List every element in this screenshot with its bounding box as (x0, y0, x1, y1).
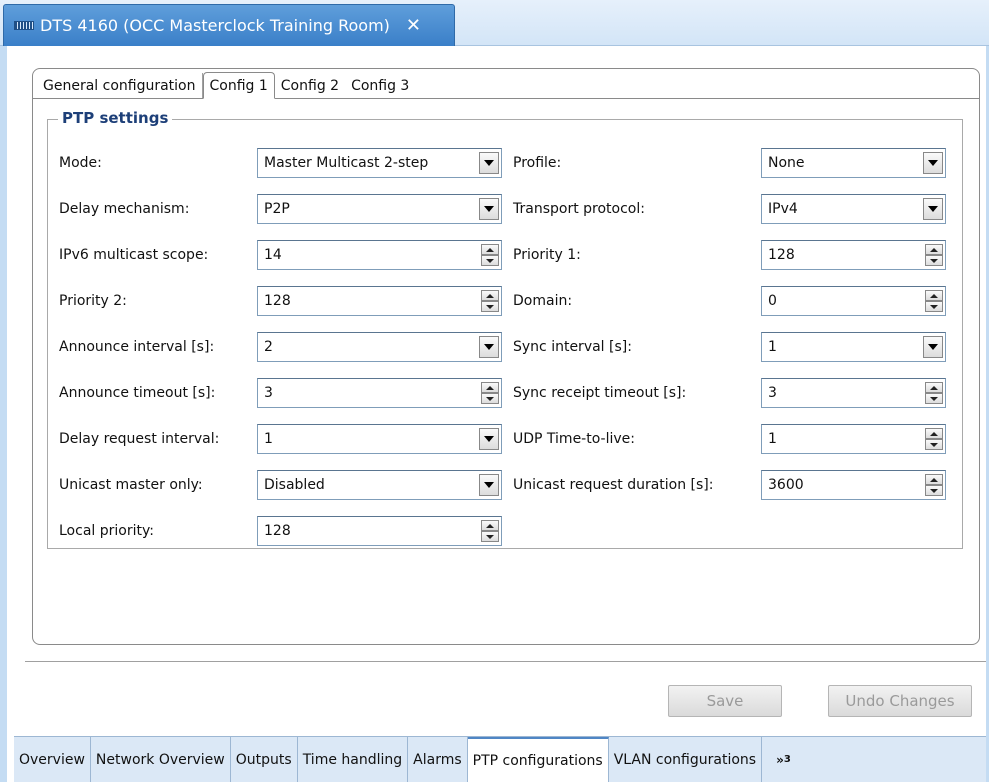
transport-protocol-dropdown[interactable]: IPv4 (761, 194, 946, 224)
save-button[interactable]: Save (668, 685, 782, 717)
config-tabs: General configuration Config 1 Config 2 … (33, 69, 979, 99)
tab-alarms[interactable]: Alarms (408, 737, 468, 782)
undo-changes-button[interactable]: Undo Changes (828, 685, 972, 717)
sync-receipt-timeout-label: Sync receipt timeout [s]: (513, 385, 687, 401)
spinner-icon[interactable] (481, 520, 499, 542)
chevron-down-icon[interactable] (479, 428, 499, 450)
chevron-down-icon[interactable] (479, 336, 499, 358)
chevron-down-icon[interactable] (923, 336, 943, 358)
sync-interval-label: Sync interval [s]: (513, 339, 632, 355)
tab-config-3[interactable]: Config 3 (345, 73, 415, 98)
overflow-tabs-button[interactable]: » 3 (762, 737, 796, 782)
overflow-count: 3 (783, 754, 791, 765)
announce-interval-label: Announce interval [s]: (59, 339, 215, 355)
chevron-double-right-icon: » (776, 752, 784, 767)
priority-2-spinner[interactable]: 128 (257, 286, 502, 316)
window-title: DTS 4160 (OCC Masterclock Training Room) (40, 16, 390, 35)
spinner-icon[interactable] (481, 244, 499, 266)
udp-time-to-live-label: UDP Time-to-live: (513, 431, 635, 447)
spinner-icon[interactable] (481, 290, 499, 312)
device-icon (14, 21, 34, 30)
local-priority-spinner[interactable]: 128 (257, 516, 502, 546)
bottom-tab-bar: Overview Network Overview Outputs Time h… (14, 736, 986, 782)
content-panel: General configuration Config 1 Config 2 … (7, 46, 986, 736)
chevron-down-icon[interactable] (479, 198, 499, 220)
separator (25, 661, 986, 662)
announce-timeout-label: Announce timeout [s]: (59, 385, 216, 401)
spinner-icon[interactable] (481, 382, 499, 404)
announce-interval-dropdown[interactable]: 2 (257, 332, 502, 362)
domain-label: Domain: (513, 293, 573, 309)
tab-time-handling[interactable]: Time handling (298, 737, 409, 782)
priority-1-spinner[interactable]: 128 (761, 240, 946, 270)
ipv6-multicast-scope-spinner[interactable]: 14 (257, 240, 502, 270)
mode-dropdown[interactable]: Master Multicast 2-step (257, 148, 502, 178)
chevron-down-icon[interactable] (923, 198, 943, 220)
delay-request-interval-label: Delay request interval: (59, 431, 220, 447)
chevron-down-icon[interactable] (479, 152, 499, 174)
tab-network-overview[interactable]: Network Overview (91, 737, 231, 782)
profile-dropdown[interactable]: None (761, 148, 946, 178)
local-priority-label: Local priority: (59, 523, 154, 539)
close-icon[interactable]: ✕ (406, 15, 421, 36)
tab-overview[interactable]: Overview (14, 737, 91, 782)
profile-label: Profile: (513, 155, 562, 171)
sync-receipt-timeout-spinner[interactable]: 3 (761, 378, 946, 408)
unicast-master-only-label: Unicast master only: (59, 477, 203, 493)
spinner-icon[interactable] (925, 244, 943, 266)
chevron-down-icon[interactable] (923, 152, 943, 174)
tab-config-1[interactable]: Config 1 (202, 72, 275, 99)
tab-general-configuration[interactable]: General configuration (37, 73, 203, 98)
udp-time-to-live-spinner[interactable]: 1 (761, 424, 946, 454)
unicast-master-only-dropdown[interactable]: Disabled (257, 470, 502, 500)
tab-config-2[interactable]: Config 2 (275, 73, 345, 98)
chevron-down-icon[interactable] (479, 474, 499, 496)
document-tab[interactable]: DTS 4160 (OCC Masterclock Training Room)… (3, 4, 455, 46)
delay-mechanism-dropdown[interactable]: P2P (257, 194, 502, 224)
tab-outputs[interactable]: Outputs (231, 737, 298, 782)
tab-vlan-configurations[interactable]: VLAN configurations (609, 737, 763, 782)
config-tab-frame: General configuration Config 1 Config 2 … (32, 68, 980, 645)
delay-request-interval-dropdown[interactable]: 1 (257, 424, 502, 454)
group-title: PTP settings (58, 109, 173, 127)
transport-protocol-label: Transport protocol: (513, 201, 645, 217)
mode-label: Mode: (59, 155, 102, 171)
sync-interval-dropdown[interactable]: 1 (761, 332, 946, 362)
priority-2-label: Priority 2: (59, 293, 127, 309)
delay-mechanism-label: Delay mechanism: (59, 201, 190, 217)
spinner-icon[interactable] (925, 382, 943, 404)
spinner-icon[interactable] (925, 474, 943, 496)
ipv6-multicast-scope-label: IPv6 multicast scope: (59, 247, 209, 263)
unicast-request-duration-label: Unicast request duration [s]: (513, 477, 714, 493)
announce-timeout-spinner[interactable]: 3 (257, 378, 502, 408)
unicast-request-duration-spinner[interactable]: 3600 (761, 470, 946, 500)
tab-ptp-configurations[interactable]: PTP configurations (467, 737, 609, 782)
ptp-settings-group: PTP settings Mode: Master Multicast 2-st… (47, 109, 963, 549)
spinner-icon[interactable] (925, 290, 943, 312)
title-bar: DTS 4160 (OCC Masterclock Training Room)… (0, 0, 989, 46)
priority-1-label: Priority 1: (513, 247, 581, 263)
spinner-icon[interactable] (925, 428, 943, 450)
domain-spinner[interactable]: 0 (761, 286, 946, 316)
